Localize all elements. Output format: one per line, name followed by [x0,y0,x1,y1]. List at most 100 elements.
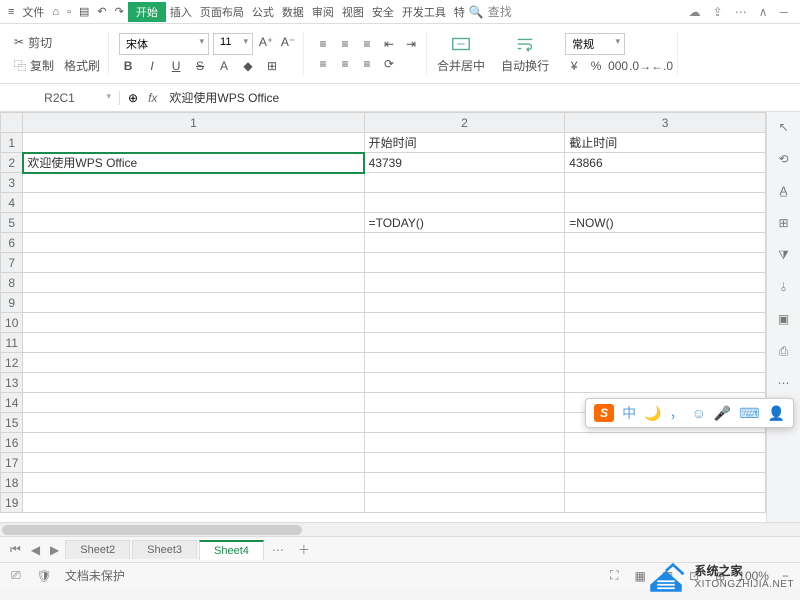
number-format-combo[interactable]: 常规 [565,33,625,55]
cell[interactable] [364,413,565,433]
cell[interactable] [364,313,565,333]
cell[interactable] [23,293,364,313]
cell[interactable] [364,493,565,513]
row-header[interactable]: 10 [1,313,23,333]
col-header-1[interactable]: 1 [23,113,364,133]
cell[interactable]: 开始时间 [364,133,565,153]
align-bottom-button[interactable]: ≡ [358,35,376,53]
sheet-nav-first[interactable]: ⏮ [6,542,25,557]
row-header[interactable]: 9 [1,293,23,313]
filter-icon[interactable]: ⧩ [775,246,793,264]
close-icon[interactable]: ─ [779,5,788,19]
orientation-button[interactable]: ⟳ [380,55,398,73]
cell[interactable]: 43739 [364,153,565,173]
tab-formula[interactable]: 公式 [248,2,278,22]
cell[interactable] [23,413,364,433]
table-tool-icon[interactable]: ⊞ [775,214,793,232]
insert-function-icon[interactable]: ⊕ [128,91,138,105]
align-center-button[interactable]: ≡ [336,55,354,73]
cell[interactable] [565,293,766,313]
copy-button[interactable]: ⿻复制 [12,55,56,76]
text-style-icon[interactable]: A̲ [775,182,793,200]
cell[interactable] [23,213,364,233]
cell[interactable] [364,173,565,193]
cell[interactable] [565,473,766,493]
ime-lang[interactable]: 中 [622,403,636,423]
focus-mode-icon[interactable]: ⛶ [607,568,621,583]
align-left-button[interactable]: ≡ [314,55,332,73]
sheet-tab[interactable]: Sheet3 [132,540,197,559]
cell[interactable] [364,453,565,473]
cell[interactable] [23,253,364,273]
cell[interactable] [23,493,364,513]
cell[interactable] [364,233,565,253]
cell[interactable] [23,133,364,153]
cell[interactable] [565,333,766,353]
sheet-menu-button[interactable]: ⋯ [266,543,290,557]
minimize-icon[interactable]: ∧ [759,5,768,19]
cell[interactable] [364,333,565,353]
col-header-2[interactable]: 2 [364,113,565,133]
ime-user-icon[interactable]: 👤 [768,405,785,422]
cell[interactable] [364,253,565,273]
add-sheet-button[interactable]: ＋ [292,541,316,558]
select-all-corner[interactable] [1,113,23,133]
cell[interactable] [23,193,364,213]
ime-punct-icon[interactable]: ， [670,403,684,423]
cell[interactable] [565,273,766,293]
tab-insert[interactable]: 插入 [166,2,196,22]
cell[interactable] [364,373,565,393]
tab-data[interactable]: 数据 [278,2,308,22]
sheet-tab[interactable]: Sheet2 [65,540,130,559]
tab-security[interactable]: 安全 [368,2,398,22]
tab-home[interactable]: 开始 [128,2,166,22]
cell[interactable] [23,233,364,253]
settings-icon[interactable]: ⟲ [775,150,793,168]
select-tool-icon[interactable]: ↖ [775,118,793,136]
tab-extra[interactable]: 特 [450,2,469,22]
task-pane-icon[interactable]: ⎚ [8,568,24,583]
row-header[interactable]: 4 [1,193,23,213]
row-header[interactable]: 6 [1,233,23,253]
qat-undo-icon[interactable]: ↶ [93,3,110,20]
more-icon[interactable]: ⋯ [735,5,747,19]
cell[interactable] [23,453,364,473]
row-header[interactable]: 7 [1,253,23,273]
col-header-3[interactable]: 3 [565,113,766,133]
inc-decimal-button[interactable]: .0→ [631,57,649,75]
cell[interactable] [565,313,766,333]
cell[interactable] [23,333,364,353]
qat-redo-icon[interactable]: ↷ [111,3,128,20]
cell[interactable]: =NOW() [565,213,766,233]
horizontal-scrollbar[interactable] [0,522,800,536]
wrap-button[interactable]: 自动换行 [495,33,555,74]
row-header[interactable]: 11 [1,333,23,353]
grow-font-button[interactable]: A⁺ [257,33,275,51]
cell[interactable] [565,193,766,213]
chart-icon[interactable]: ⫰ [775,278,793,296]
row-header[interactable]: 17 [1,453,23,473]
row-header[interactable]: 18 [1,473,23,493]
cell[interactable] [565,493,766,513]
strike-button[interactable]: S [191,57,209,75]
qat-save-icon[interactable]: ▫ [63,4,75,20]
align-top-button[interactable]: ≡ [314,35,332,53]
ime-mic-icon[interactable]: 🎤 [714,405,731,422]
name-box[interactable]: R2C1 [0,91,120,105]
cell[interactable] [364,393,565,413]
qat-print-icon[interactable]: ▤ [75,3,93,20]
row-header[interactable]: 13 [1,373,23,393]
bold-button[interactable]: B [119,57,137,75]
cell[interactable] [565,233,766,253]
menu-file[interactable]: 文件 [18,2,48,22]
cell[interactable] [565,173,766,193]
scrollbar-thumb[interactable] [2,525,302,535]
ime-moon-icon[interactable]: 🌙 [644,405,661,422]
cell[interactable] [23,433,364,453]
merge-button[interactable]: 合并居中 [431,33,491,74]
cell[interactable] [23,473,364,493]
indent-inc-button[interactable]: ⇥ [402,35,420,53]
row-header[interactable]: 8 [1,273,23,293]
cell[interactable] [565,353,766,373]
cell[interactable] [364,273,565,293]
